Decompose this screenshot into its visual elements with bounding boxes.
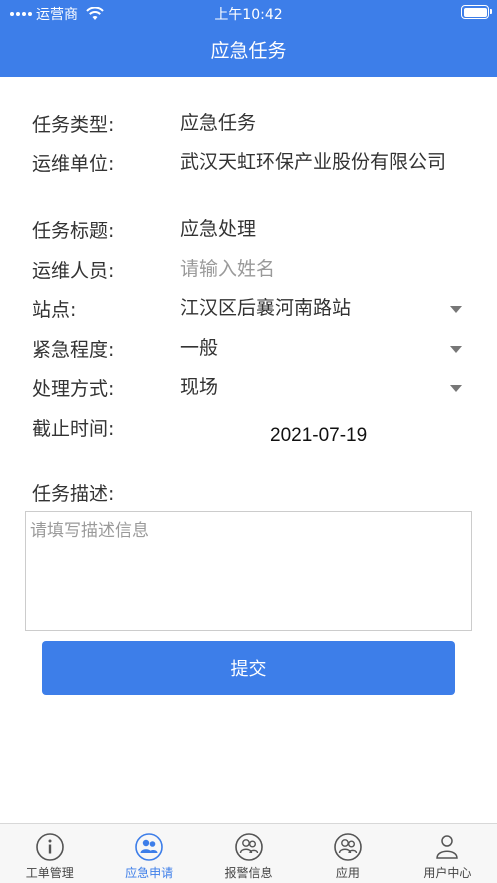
users-icon [135, 833, 163, 861]
status-time: 上午10:42 [214, 7, 283, 23]
status-bar: 运营商 上午10:42 [0, 0, 497, 26]
battery-icon [461, 5, 492, 19]
description-label: 任务描述: [32, 483, 115, 505]
description-box [25, 511, 472, 631]
unit-label: 运维单位: [32, 153, 115, 175]
users-icon [234, 833, 263, 861]
tab-emergency-request[interactable]: 应急申请 [99, 824, 198, 883]
tab-label: 应用 [335, 866, 360, 880]
chevron-down-icon[interactable] [450, 306, 462, 313]
deadline-date-picker[interactable]: 2021-07-19 [270, 425, 367, 447]
chevron-down-icon[interactable] [450, 346, 462, 353]
urgency-select[interactable]: 一般 [180, 334, 455, 362]
tab-work-orders[interactable]: 工单管理 [0, 824, 99, 883]
bottom-tab-bar: 工单管理 应急申请 报警信息 应用 用户中心 [0, 823, 497, 883]
app-header: 运营商 上午10:42 应急任务 [0, 0, 497, 77]
tab-label: 用户中心 [423, 866, 472, 880]
tab-alarm-info[interactable]: 报警信息 [199, 824, 298, 883]
urgency-label: 紧急程度: [32, 339, 115, 361]
station-label: 站点: [32, 299, 77, 321]
user-icon [436, 835, 459, 859]
method-label: 处理方式: [32, 378, 115, 400]
tab-label: 工单管理 [25, 866, 74, 880]
submit-button[interactable]: 提交 [42, 641, 455, 695]
description-textarea[interactable] [26, 512, 471, 630]
personnel-label: 运维人员: [32, 260, 115, 282]
task-type-value: 应急任务 [180, 112, 257, 134]
tab-label: 应急申请 [125, 866, 174, 880]
personnel-input[interactable]: 请输入姓名 [180, 255, 455, 283]
tab-user-center[interactable]: 用户中心 [398, 824, 497, 883]
task-title-value: 应急处理 [180, 218, 257, 240]
chevron-down-icon[interactable] [450, 385, 462, 392]
users-icon [334, 833, 362, 861]
task-title-label: 任务标题: [32, 220, 115, 242]
unit-value: 武汉天虹环保产业股份有限公司 [180, 151, 447, 173]
tab-apps[interactable]: 应用 [298, 824, 397, 883]
page-title: 应急任务 [210, 40, 287, 62]
station-select[interactable]: 江汉区后襄河南路站 [180, 294, 455, 322]
method-select[interactable]: 现场 [180, 373, 455, 401]
tab-label: 报警信息 [224, 866, 273, 880]
deadline-label: 截止时间: [32, 418, 115, 440]
task-type-label: 任务类型: [32, 114, 115, 136]
info-icon [35, 833, 64, 861]
